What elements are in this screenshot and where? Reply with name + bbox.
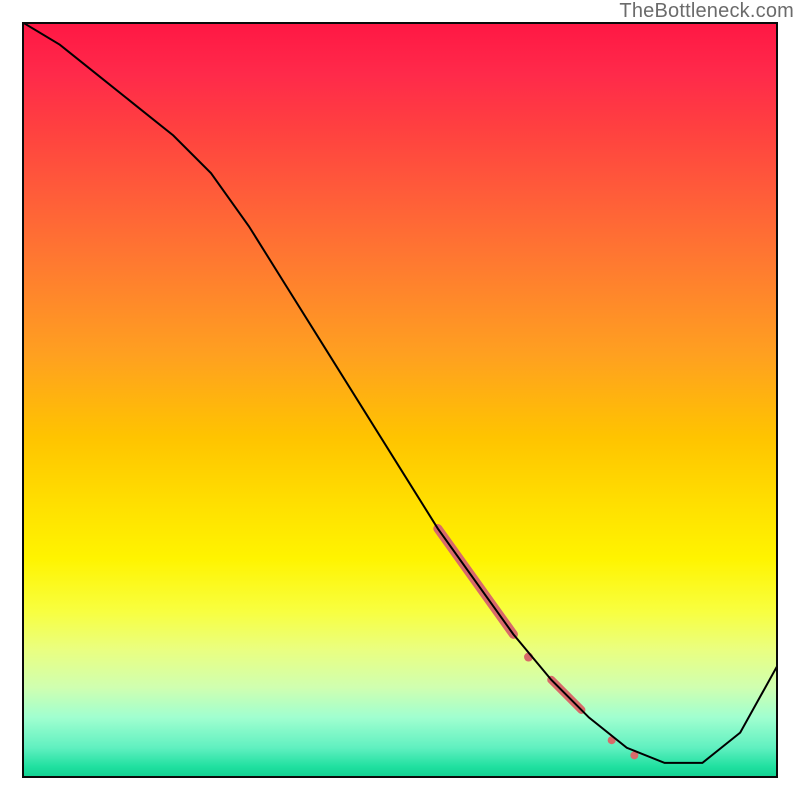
watermark-text: TheBottleneck.com bbox=[619, 0, 794, 23]
highlight-markers bbox=[438, 529, 639, 760]
chart-container: TheBottleneck.com bbox=[0, 0, 800, 800]
plot-area bbox=[22, 22, 778, 778]
bottleneck-curve bbox=[22, 22, 778, 763]
chart-svg bbox=[22, 22, 778, 778]
